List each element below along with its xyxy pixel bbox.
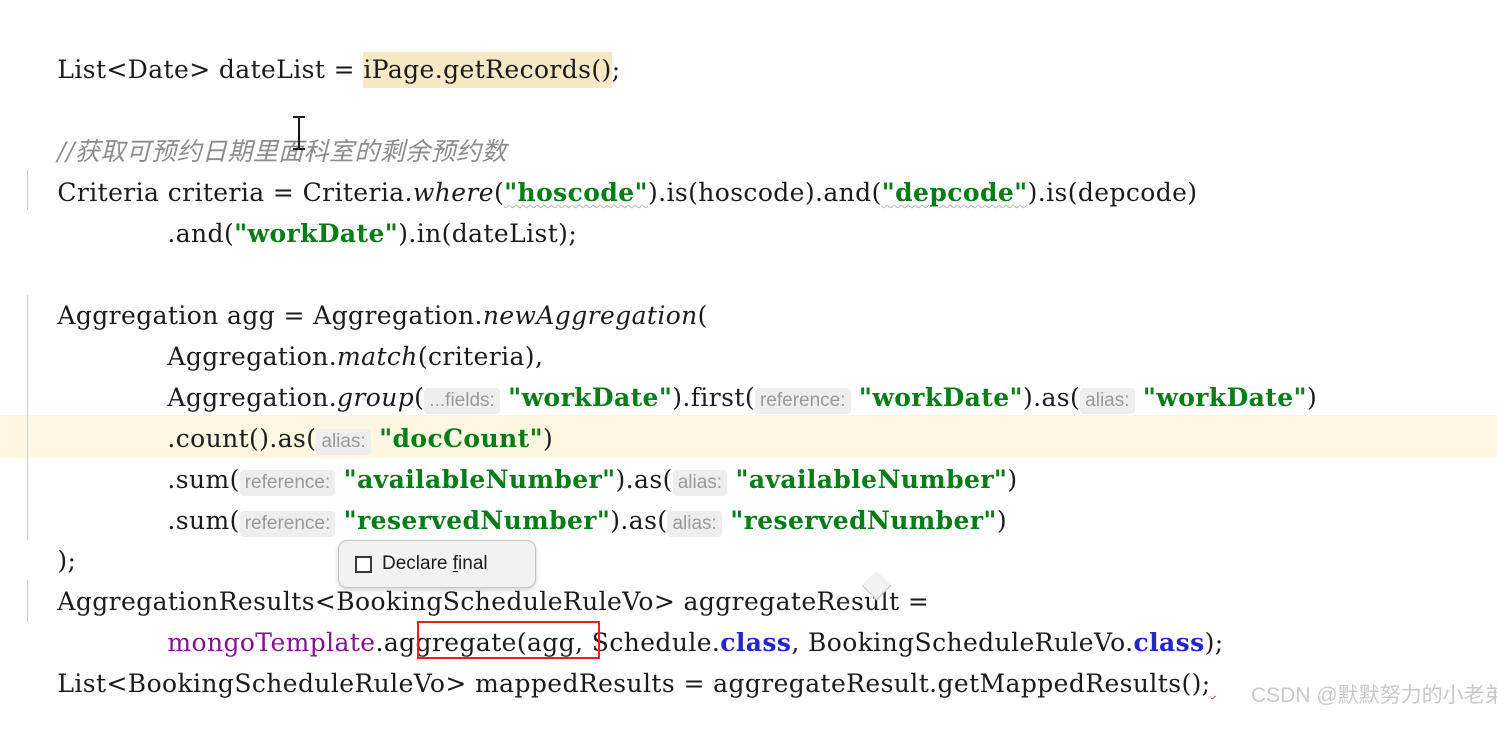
param-hint-reference: reference: — [239, 511, 336, 537]
declare-final-label: Declare final — [382, 553, 488, 574]
param-hint-alias: alias: — [667, 511, 722, 537]
text-cursor-ibeam — [293, 116, 305, 150]
declare-final-popup[interactable]: Declare final — [338, 540, 536, 588]
code-editor-canvas[interactable]: List<Date> dateList = iPage.getRecords()… — [0, 0, 1497, 712]
param-hint-alias: alias: — [1080, 388, 1135, 414]
spelling-error-marker — [1211, 669, 1216, 698]
declare-final-checkbox[interactable] — [355, 555, 372, 573]
code-token: .sum(reference: "reservedNumber").as(ali… — [167, 506, 1007, 537]
param-hint-reference: reference: — [754, 388, 851, 414]
code-token: List<Date> dateList = iPage.getRecords()… — [57, 52, 620, 88]
code-line-14[interactable]: List<BookingScheduleRuleVo> mappedResult… — [24, 622, 1216, 745]
code-token: .and("workDate").in(dateList); — [167, 219, 578, 248]
code-token: List<BookingScheduleRuleVo> mappedResult… — [57, 669, 1216, 698]
csdn-watermark: CSDN @默默努力的小老弟 — [1251, 684, 1497, 707]
